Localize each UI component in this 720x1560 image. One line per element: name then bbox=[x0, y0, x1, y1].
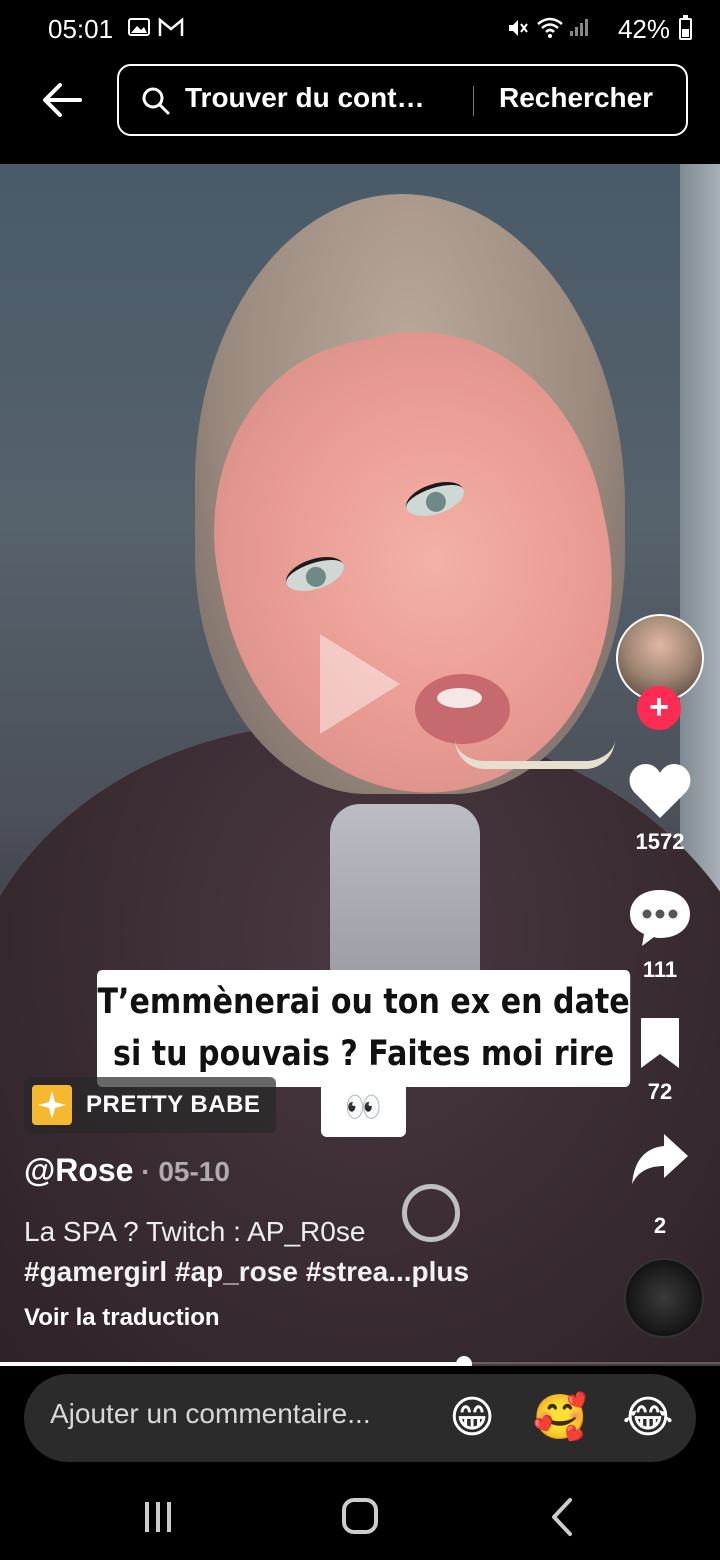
gmail-icon bbox=[158, 17, 184, 36]
bookmark-icon bbox=[641, 1018, 679, 1068]
comment-input[interactable]: Ajouter un commentaire... 😁 🥰 😂 bbox=[24, 1374, 696, 1462]
system-nav-bar bbox=[0, 1476, 720, 1560]
search-input[interactable]: Trouver du cont… bbox=[185, 82, 455, 114]
caption-line-2: si tu pouvais ? Faites moi rire bbox=[113, 1034, 615, 1074]
follow-plus-button[interactable]: + bbox=[637, 686, 681, 730]
save-button[interactable]: 72 bbox=[622, 1016, 698, 1105]
comment-placeholder: Ajouter un commentaire... bbox=[50, 1398, 371, 1429]
home-icon[interactable] bbox=[330, 1494, 390, 1540]
battery-icon bbox=[679, 15, 692, 40]
wifi-icon bbox=[537, 17, 563, 38]
search-icon bbox=[142, 87, 170, 115]
comment-bar: Ajouter un commentaire... 😁 🥰 😂 bbox=[0, 1366, 720, 1476]
play-icon[interactable] bbox=[320, 634, 400, 734]
search-header: Trouver du cont… Rechercher bbox=[0, 60, 720, 164]
username-text[interactable]: @Rose bbox=[24, 1152, 133, 1188]
recent-apps-icon[interactable] bbox=[128, 1494, 188, 1540]
caption-emoji: 👀 bbox=[321, 1079, 406, 1137]
share-count: 2 bbox=[653, 1213, 667, 1238]
signal-icon bbox=[570, 19, 588, 36]
like-count: 1572 bbox=[635, 829, 685, 854]
save-count: 72 bbox=[647, 1079, 673, 1104]
back-arrow-icon[interactable] bbox=[40, 78, 84, 122]
description-hashtags[interactable]: #gamergirl #ap_rose #strea...plus bbox=[24, 1252, 584, 1292]
description-text: La SPA ? Twitch : AP_R0se bbox=[24, 1216, 366, 1247]
status-bar: 05:01 42% bbox=[0, 0, 720, 60]
post-date: · 05-10 bbox=[133, 1156, 230, 1187]
heart-icon bbox=[629, 764, 691, 818]
like-button[interactable]: 1572 bbox=[622, 762, 698, 855]
video-player[interactable]: T’emmènerai ou ton ex en date si tu pouv… bbox=[0, 164, 720, 1364]
music-disc-icon[interactable] bbox=[624, 1258, 704, 1338]
effect-chip[interactable]: PRETTY BABE bbox=[24, 1077, 277, 1133]
effect-label: PRETTY BABE bbox=[86, 1091, 261, 1118]
caption-line-1: T’emmènerai ou ton ex en date bbox=[97, 982, 630, 1022]
emoji-laugh-button[interactable]: 😂 bbox=[620, 1390, 676, 1446]
action-rail: + 1572 111 72 2 bbox=[616, 164, 720, 1364]
gallery-icon bbox=[128, 18, 150, 36]
comment-bubble-icon bbox=[630, 890, 690, 946]
emoji-hearts-button[interactable]: 🥰 bbox=[532, 1390, 588, 1446]
creator-username[interactable]: @Rose · 05-10 bbox=[24, 1152, 230, 1189]
share-button[interactable]: 2 bbox=[622, 1132, 698, 1239]
post-description: La SPA ? Twitch : AP_R0se #gamergirl #ap… bbox=[24, 1212, 584, 1292]
comment-button[interactable]: 111 bbox=[622, 888, 698, 983]
search-box[interactable]: Trouver du cont… Rechercher bbox=[117, 64, 688, 136]
battery-percentage: 42% bbox=[617, 14, 670, 44]
emoji-grin-button[interactable]: 😁 bbox=[444, 1390, 500, 1446]
mute-icon bbox=[509, 20, 528, 36]
see-translation-link[interactable]: Voir la traduction bbox=[24, 1304, 220, 1332]
video-caption: T’emmènerai ou ton ex en date si tu pouv… bbox=[97, 970, 631, 1087]
search-divider bbox=[473, 86, 474, 116]
search-button[interactable]: Rechercher bbox=[499, 82, 653, 114]
share-arrow-icon bbox=[632, 1134, 688, 1184]
video-subject-necklace bbox=[455, 739, 615, 769]
back-nav-icon[interactable] bbox=[532, 1494, 592, 1540]
battery-level bbox=[682, 29, 689, 37]
video-subject-mouth bbox=[415, 674, 510, 744]
status-time: 05:01 bbox=[48, 14, 114, 44]
sparkle-icon bbox=[32, 1085, 72, 1125]
comment-count: 111 bbox=[642, 957, 678, 982]
